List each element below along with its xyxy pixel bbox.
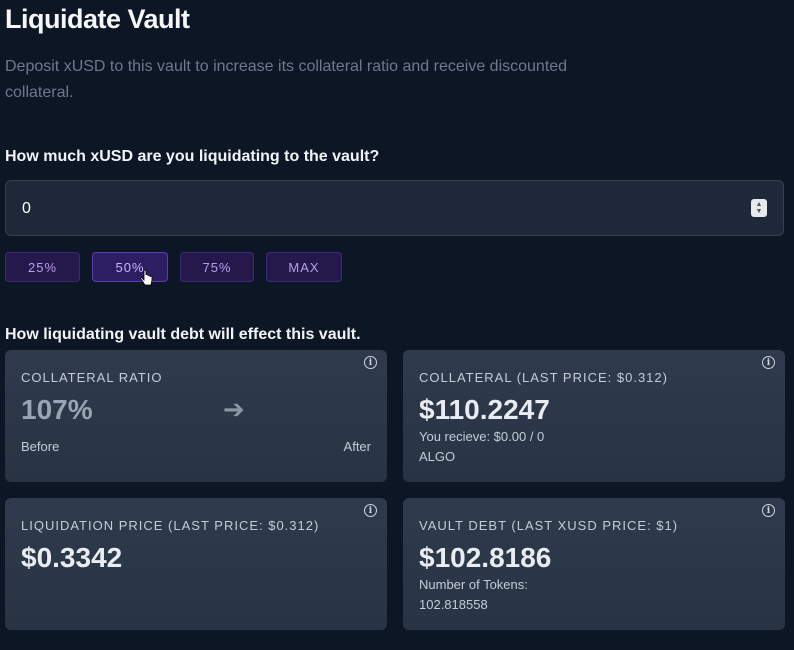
amount-input[interactable]: 0 ▲ ▼ (5, 180, 784, 236)
info-icon[interactable]: i (364, 504, 377, 517)
page-subtitle: Deposit xUSD to this vault to increase i… (5, 58, 568, 101)
tokens-value: 102.818558 (419, 597, 488, 612)
percent-25-button[interactable]: 25% (5, 252, 80, 282)
vault-debt-card: i VAULT DEBT (LAST XUSD PRICE: $1) $102.… (403, 498, 785, 630)
vault-debt-value: $102.8186 (419, 542, 552, 573)
liquidation-price-value: $0.3342 (21, 542, 123, 573)
collateral-card: i COLLATERAL (LAST PRICE: $0.312) $110.2… (403, 350, 785, 482)
receive-asset: ALGO (419, 449, 456, 464)
arrow-right-icon: ➔ (223, 394, 245, 424)
info-icon[interactable]: i (762, 356, 775, 369)
amount-input-value[interactable]: 0 (22, 200, 31, 218)
percent-50-button[interactable]: 50% (92, 252, 168, 282)
collateral-ratio-label: COLLATERAL RATIO (21, 370, 163, 385)
effects-heading: How liquidating vault debt will effect t… (5, 326, 361, 343)
liquidation-price-card: i LIQUIDATION PRICE (LAST PRICE: $0.312)… (5, 498, 387, 630)
receive-line: You recieve: $0.00 / 0 (419, 429, 545, 444)
liquidation-price-label: LIQUIDATION PRICE (LAST PRICE: $0.312) (21, 518, 320, 533)
stepper-down-icon[interactable]: ▼ (756, 208, 763, 215)
collateral-value: $110.2247 (419, 394, 550, 425)
before-label: Before (21, 439, 60, 454)
amount-question-label: How much xUSD are you liquidating to the… (5, 148, 380, 165)
info-icon[interactable]: i (762, 504, 775, 517)
amount-stepper[interactable]: ▲ ▼ (751, 199, 767, 217)
after-label: After (343, 439, 371, 454)
liquidate-vault-page: Liquidate Vault Deposit xUSD to this vau… (0, 0, 794, 650)
percent-75-button[interactable]: 75% (180, 252, 254, 282)
collateral-ratio-card: i COLLATERAL RATIO 107% ➔ Before After (5, 350, 387, 482)
collateral-ratio-before-value: 107% (21, 394, 93, 425)
collateral-label: COLLATERAL (LAST PRICE: $0.312) (419, 370, 668, 385)
stepper-up-icon[interactable]: ▲ (756, 201, 763, 208)
tokens-label: Number of Tokens: (419, 577, 528, 592)
percent-max-button[interactable]: MAX (266, 252, 342, 282)
vault-debt-label: VAULT DEBT (LAST XUSD PRICE: $1) (419, 518, 679, 533)
hand-pointer-icon (140, 270, 153, 286)
page-title: Liquidate Vault (5, 4, 190, 34)
info-icon[interactable]: i (364, 356, 377, 369)
